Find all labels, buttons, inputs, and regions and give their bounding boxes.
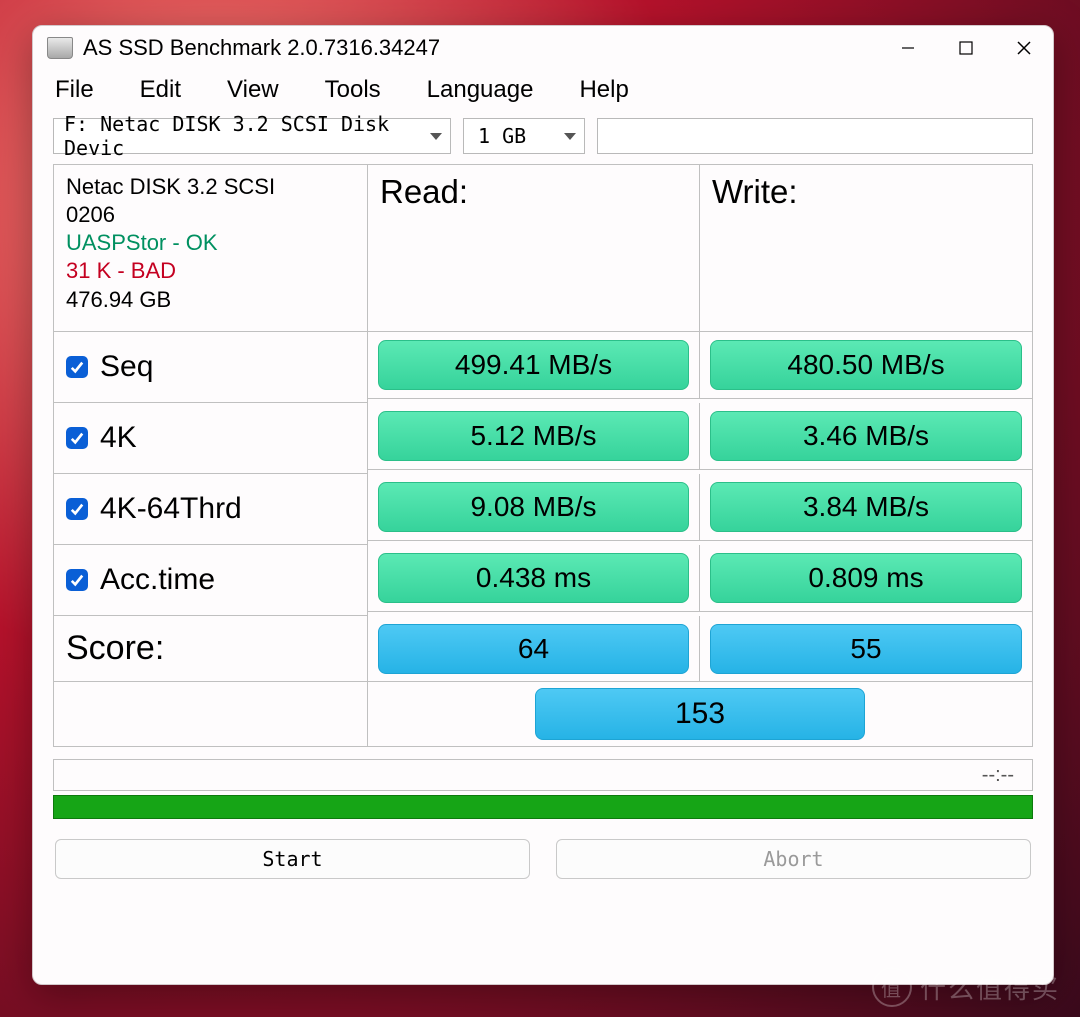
- score-total-cell: 153: [368, 682, 1032, 747]
- menu-edit[interactable]: Edit: [140, 76, 181, 104]
- acc-label-cell: Acc.time: [54, 545, 368, 616]
- acc-checkbox[interactable]: [66, 569, 88, 591]
- selector-row: F: Netac DISK 3.2 SCSI Disk Devic 1 GB: [33, 118, 1053, 154]
- drive-select[interactable]: F: Netac DISK 3.2 SCSI Disk Devic: [53, 118, 451, 154]
- menu-language[interactable]: Language: [427, 76, 534, 104]
- progress-area: --:--: [53, 759, 1033, 819]
- info-field: [597, 118, 1033, 154]
- 4k64-read-value: 9.08 MB/s: [378, 482, 689, 532]
- window-title: AS SSD Benchmark 2.0.7316.34247: [83, 35, 879, 61]
- device-firmware: 0206: [66, 202, 115, 227]
- button-row: Start Abort: [33, 819, 1053, 879]
- seq-write-value: 480.50 MB/s: [710, 340, 1022, 390]
- menu-tools[interactable]: Tools: [325, 76, 381, 104]
- score-write-cell: 55: [700, 616, 1032, 682]
- drive-select-value: F: Netac DISK 3.2 SCSI Disk Devic: [64, 112, 424, 160]
- write-header: Write:: [700, 165, 1032, 332]
- 4k64-label-cell: 4K-64Thrd: [54, 474, 368, 545]
- start-button[interactable]: Start: [55, 839, 530, 879]
- 4k-read-value: 5.12 MB/s: [378, 411, 689, 461]
- abort-button: Abort: [556, 839, 1031, 879]
- device-driver: UASPStor - OK: [66, 230, 218, 255]
- score-read-value: 64: [378, 624, 689, 674]
- 4k64-write-value: 3.84 MB/s: [710, 482, 1022, 532]
- device-info-cell: Netac DISK 3.2 SCSI 0206 UASPStor - OK 3…: [54, 165, 368, 332]
- menu-help[interactable]: Help: [579, 76, 628, 104]
- app-icon: [47, 37, 73, 59]
- device-capacity: 476.94 GB: [66, 287, 171, 312]
- acc-read-value: 0.438 ms: [378, 553, 689, 603]
- seq-checkbox[interactable]: [66, 356, 88, 378]
- results-panel: Netac DISK 3.2 SCSI 0206 UASPStor - OK 3…: [53, 164, 1033, 747]
- acc-read-cell: 0.438 ms: [368, 545, 700, 612]
- menu-view[interactable]: View: [227, 76, 279, 104]
- size-select-value: 1 GB: [478, 124, 526, 148]
- score-read-cell: 64: [368, 616, 700, 682]
- menu-file[interactable]: File: [55, 76, 94, 104]
- acc-write-cell: 0.809 ms: [700, 545, 1032, 612]
- watermark-icon: 值: [872, 967, 912, 1007]
- device-name: Netac DISK 3.2 SCSI: [66, 174, 275, 199]
- 4k64-checkbox[interactable]: [66, 498, 88, 520]
- progress-bar: [53, 795, 1033, 819]
- 4k-label: 4K: [100, 421, 137, 455]
- seq-label-cell: Seq: [54, 332, 368, 403]
- score-write-value: 55: [710, 624, 1022, 674]
- minimize-button[interactable]: [879, 26, 937, 70]
- chevron-down-icon: [430, 133, 442, 140]
- chevron-down-icon: [564, 133, 576, 140]
- 4k-label-cell: 4K: [54, 403, 368, 474]
- seq-write-cell: 480.50 MB/s: [700, 332, 1032, 399]
- read-header: Read:: [368, 165, 700, 332]
- 4k64-write-cell: 3.84 MB/s: [700, 474, 1032, 541]
- size-select[interactable]: 1 GB: [463, 118, 585, 154]
- 4k64-read-cell: 9.08 MB/s: [368, 474, 700, 541]
- seq-read-value: 499.41 MB/s: [378, 340, 689, 390]
- score-label: Score:: [66, 629, 164, 668]
- progress-text: --:--: [53, 759, 1033, 791]
- acc-write-value: 0.809 ms: [710, 553, 1022, 603]
- titlebar[interactable]: AS SSD Benchmark 2.0.7316.34247: [33, 26, 1053, 70]
- 4k-write-cell: 3.46 MB/s: [700, 403, 1032, 470]
- score-total-value: 153: [535, 688, 865, 740]
- 4k-write-value: 3.46 MB/s: [710, 411, 1022, 461]
- app-window: AS SSD Benchmark 2.0.7316.34247 File Edi…: [32, 25, 1054, 985]
- score-label-cell: Score:: [54, 616, 368, 682]
- close-button[interactable]: [995, 26, 1053, 70]
- device-alignment: 31 K - BAD: [66, 258, 176, 283]
- 4k-checkbox[interactable]: [66, 427, 88, 449]
- 4k64-label: 4K-64Thrd: [100, 492, 242, 526]
- score-total-spacer: [54, 682, 368, 747]
- 4k-read-cell: 5.12 MB/s: [368, 403, 700, 470]
- seq-label: Seq: [100, 350, 153, 384]
- acc-label: Acc.time: [100, 563, 215, 597]
- watermark: 值 什么值得买: [872, 967, 1060, 1007]
- maximize-button[interactable]: [937, 26, 995, 70]
- seq-read-cell: 499.41 MB/s: [368, 332, 700, 399]
- watermark-text: 什么值得买: [920, 969, 1060, 1006]
- menubar: File Edit View Tools Language Help: [33, 70, 1053, 118]
